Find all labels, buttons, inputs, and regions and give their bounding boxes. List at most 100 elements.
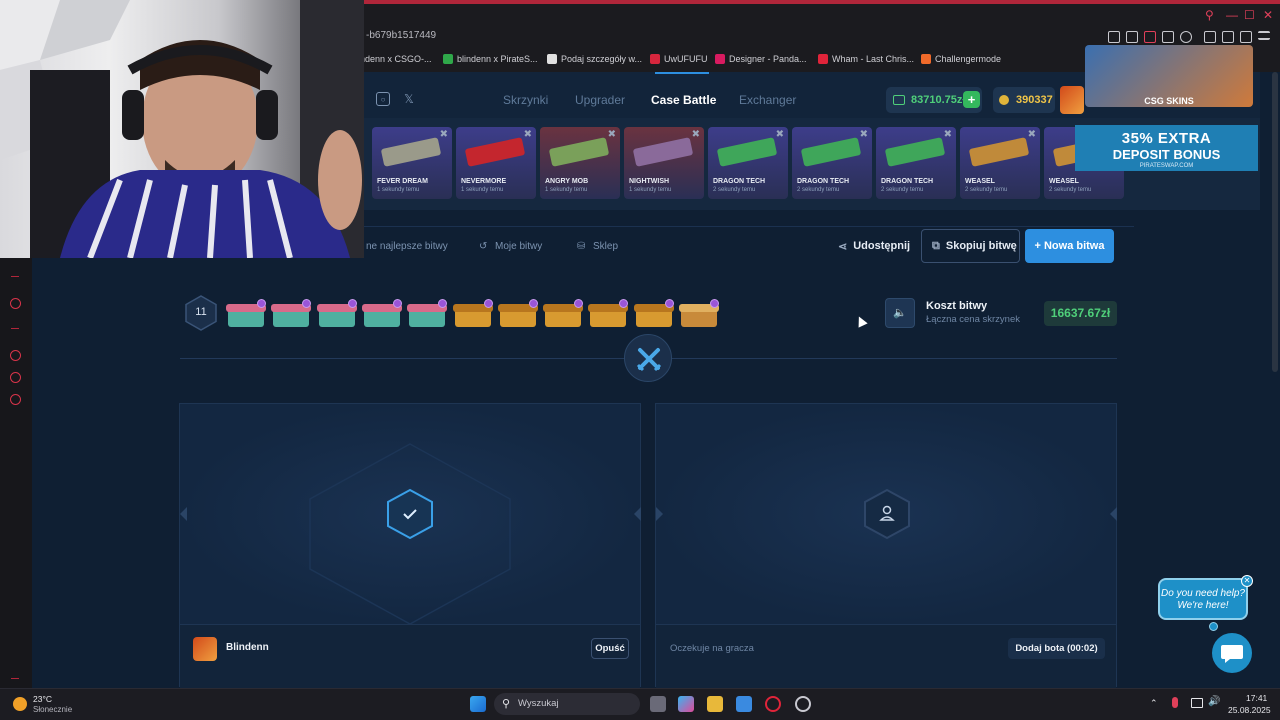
bookmark-item[interactable]: Designer - Panda... <box>715 52 807 66</box>
crossed-swords-icon <box>624 334 672 382</box>
case-icon[interactable] <box>633 299 674 329</box>
settings-icon[interactable] <box>10 394 21 405</box>
drop-card[interactable]: ✖ WEASEL 2 sekundy temu <box>960 127 1040 199</box>
tab-exchanger[interactable]: Exchanger <box>739 93 796 107</box>
tab-skrzynki[interactable]: Skrzynki <box>503 93 548 107</box>
network-icon[interactable] <box>1191 698 1203 708</box>
tab-case-battle[interactable]: Case Battle <box>651 93 716 107</box>
leave-button[interactable]: Opuść <box>591 638 629 659</box>
copy-icon: ⧉ <box>932 239 940 252</box>
search-icon: ⚲ <box>502 698 511 710</box>
cursor-icon <box>854 314 868 328</box>
player-name: Blindenn <box>226 642 269 653</box>
slot-left-arrow-icon <box>656 507 663 521</box>
bookmark-item[interactable]: Podaj szczegóły w... <box>547 52 642 66</box>
bookmark-item[interactable]: blindenn x PirateS... <box>443 52 538 66</box>
drop-card[interactable]: ✖ FEVER DREAM 1 sekundy temu <box>372 127 452 199</box>
windows-start-icon[interactable] <box>470 696 486 712</box>
copy-battle-button[interactable]: ⧉ Skopiuj bitwę <box>921 229 1020 263</box>
shield-icon[interactable] <box>1144 31 1156 43</box>
player-slot-2: Oczekuje na gracza Dodaj bota (00:02) <box>655 403 1117 688</box>
case-icon[interactable] <box>407 299 448 329</box>
weapon-skin-icon <box>968 137 1030 167</box>
microphone-icon[interactable] <box>1172 697 1178 708</box>
subnav-best-battles[interactable]: ne najlepsze bitwy <box>366 241 448 252</box>
ready-check-icon <box>386 488 434 540</box>
add-bot-button[interactable]: Dodaj bota (00:02) <box>1008 638 1105 659</box>
cube-icon[interactable] <box>10 372 21 383</box>
drop-time: 1 sekundy temu <box>377 187 420 193</box>
close-icon[interactable]: ✕ <box>1263 8 1273 22</box>
box-icon[interactable] <box>1222 31 1234 43</box>
bookmark-favicon-icon <box>443 54 453 64</box>
search-icon[interactable]: ⚲ <box>1205 8 1214 22</box>
chat-open-button[interactable] <box>1212 633 1252 673</box>
cart-icon[interactable]: ⛁ <box>577 241 585 252</box>
instagram-icon[interactable]: ○ <box>376 92 390 106</box>
drop-card[interactable]: ✖ NEVERMORE 1 sekundy temu <box>456 127 536 199</box>
file-explorer-icon[interactable] <box>707 696 723 712</box>
case-icon[interactable] <box>226 299 266 329</box>
task-view-icon[interactable] <box>650 696 666 712</box>
case-icon[interactable] <box>452 299 493 329</box>
history-icon[interactable]: ↺ <box>479 241 487 252</box>
drop-card[interactable]: ✖ ANGRY MOB 1 sekundy temu <box>540 127 620 199</box>
bookmark-item[interactable]: Challengermode <box>921 52 1001 66</box>
volume-icon[interactable]: 🔊 <box>1208 696 1220 707</box>
screenshot-icon[interactable] <box>1126 31 1138 43</box>
drop-card[interactable]: ✖ DRAGON TECH 2 sekundy temu <box>876 127 956 199</box>
case-badge-icon <box>483 299 493 308</box>
sound-toggle-button[interactable]: 🔈 <box>885 298 915 328</box>
menu-icon[interactable] <box>1258 31 1270 40</box>
heart-icon[interactable] <box>1180 31 1192 43</box>
subnav-my-battles[interactable]: Moje bitwy <box>495 241 542 252</box>
case-icon[interactable] <box>361 299 402 329</box>
case-icon[interactable] <box>316 299 357 329</box>
rarity-icon: ✖ <box>775 129 784 140</box>
drop-name: NEVERMORE <box>461 178 507 185</box>
tab-upgrader[interactable]: Upgrader <box>575 93 625 107</box>
download-icon[interactable] <box>1240 31 1252 43</box>
points-pill[interactable]: 390337 <box>993 87 1055 113</box>
clock-icon[interactable] <box>10 350 21 361</box>
case-icon[interactable] <box>679 299 719 329</box>
address-bar-url[interactable]: -b679b1517449 <box>366 30 436 41</box>
share-button[interactable]: ⋖ Udostępnij <box>838 229 912 263</box>
play-icon[interactable] <box>1162 31 1174 43</box>
chat-prompt[interactable]: Do you need help? We're here! <box>1158 578 1248 620</box>
taskbar-search[interactable]: ⚲ Wyszukaj <box>494 693 640 715</box>
bookmark-favicon-icon <box>818 54 828 64</box>
ad-bonus-banner[interactable]: 35% EXTRA DEPOSIT BONUS PIRATESWAP.COM <box>1075 125 1258 171</box>
x-twitter-icon[interactable]: 𝕏 <box>402 92 416 106</box>
bookmark-favicon-icon <box>650 54 660 64</box>
bookmark-item[interactable]: indenn x CSGO-... <box>358 52 432 66</box>
opera-gx-icon[interactable] <box>765 696 781 712</box>
active-tab-indicator <box>655 72 709 74</box>
minimize-icon[interactable]: — <box>1226 8 1238 22</box>
play-circle-icon[interactable] <box>10 298 21 309</box>
case-icon[interactable] <box>588 299 629 329</box>
maximize-icon[interactable]: ☐ <box>1244 8 1255 22</box>
case-icon[interactable] <box>271 299 312 329</box>
case-icon[interactable] <box>543 299 584 329</box>
copilot-icon[interactable] <box>678 696 694 712</box>
drop-card[interactable]: ✖ DRAGON TECH 2 sekundy temu <box>792 127 872 199</box>
weather-temp[interactable]: 23°C <box>33 694 52 704</box>
bookmark-item[interactable]: Wham - Last Chris... <box>818 52 914 66</box>
store-icon[interactable] <box>736 696 752 712</box>
avatar[interactable] <box>1060 86 1084 114</box>
subnav-shop[interactable]: Sklep <box>593 241 618 252</box>
case-icon[interactable] <box>497 299 538 329</box>
tray-chevron-icon[interactable]: ⌃ <box>1150 698 1158 709</box>
chat-close-icon[interactable]: ✕ <box>1241 575 1253 587</box>
deposit-plus-button[interactable]: + <box>963 91 980 108</box>
page-scrollbar[interactable] <box>1272 72 1278 372</box>
extension-icon[interactable] <box>1108 31 1120 43</box>
clock-time[interactable]: 17:41 <box>1246 693 1267 703</box>
drop-card[interactable]: ✖ DRAGON TECH 2 sekundy temu <box>708 127 788 199</box>
drop-card[interactable]: ✖ NIGHTWISH 1 sekundy temu <box>624 127 704 199</box>
puzzle-icon[interactable] <box>1204 31 1216 43</box>
bookmark-item[interactable]: UwUFUFU <box>650 52 708 66</box>
app-icon[interactable] <box>795 696 811 712</box>
new-battle-button[interactable]: + Nowa bitwa <box>1025 229 1114 263</box>
